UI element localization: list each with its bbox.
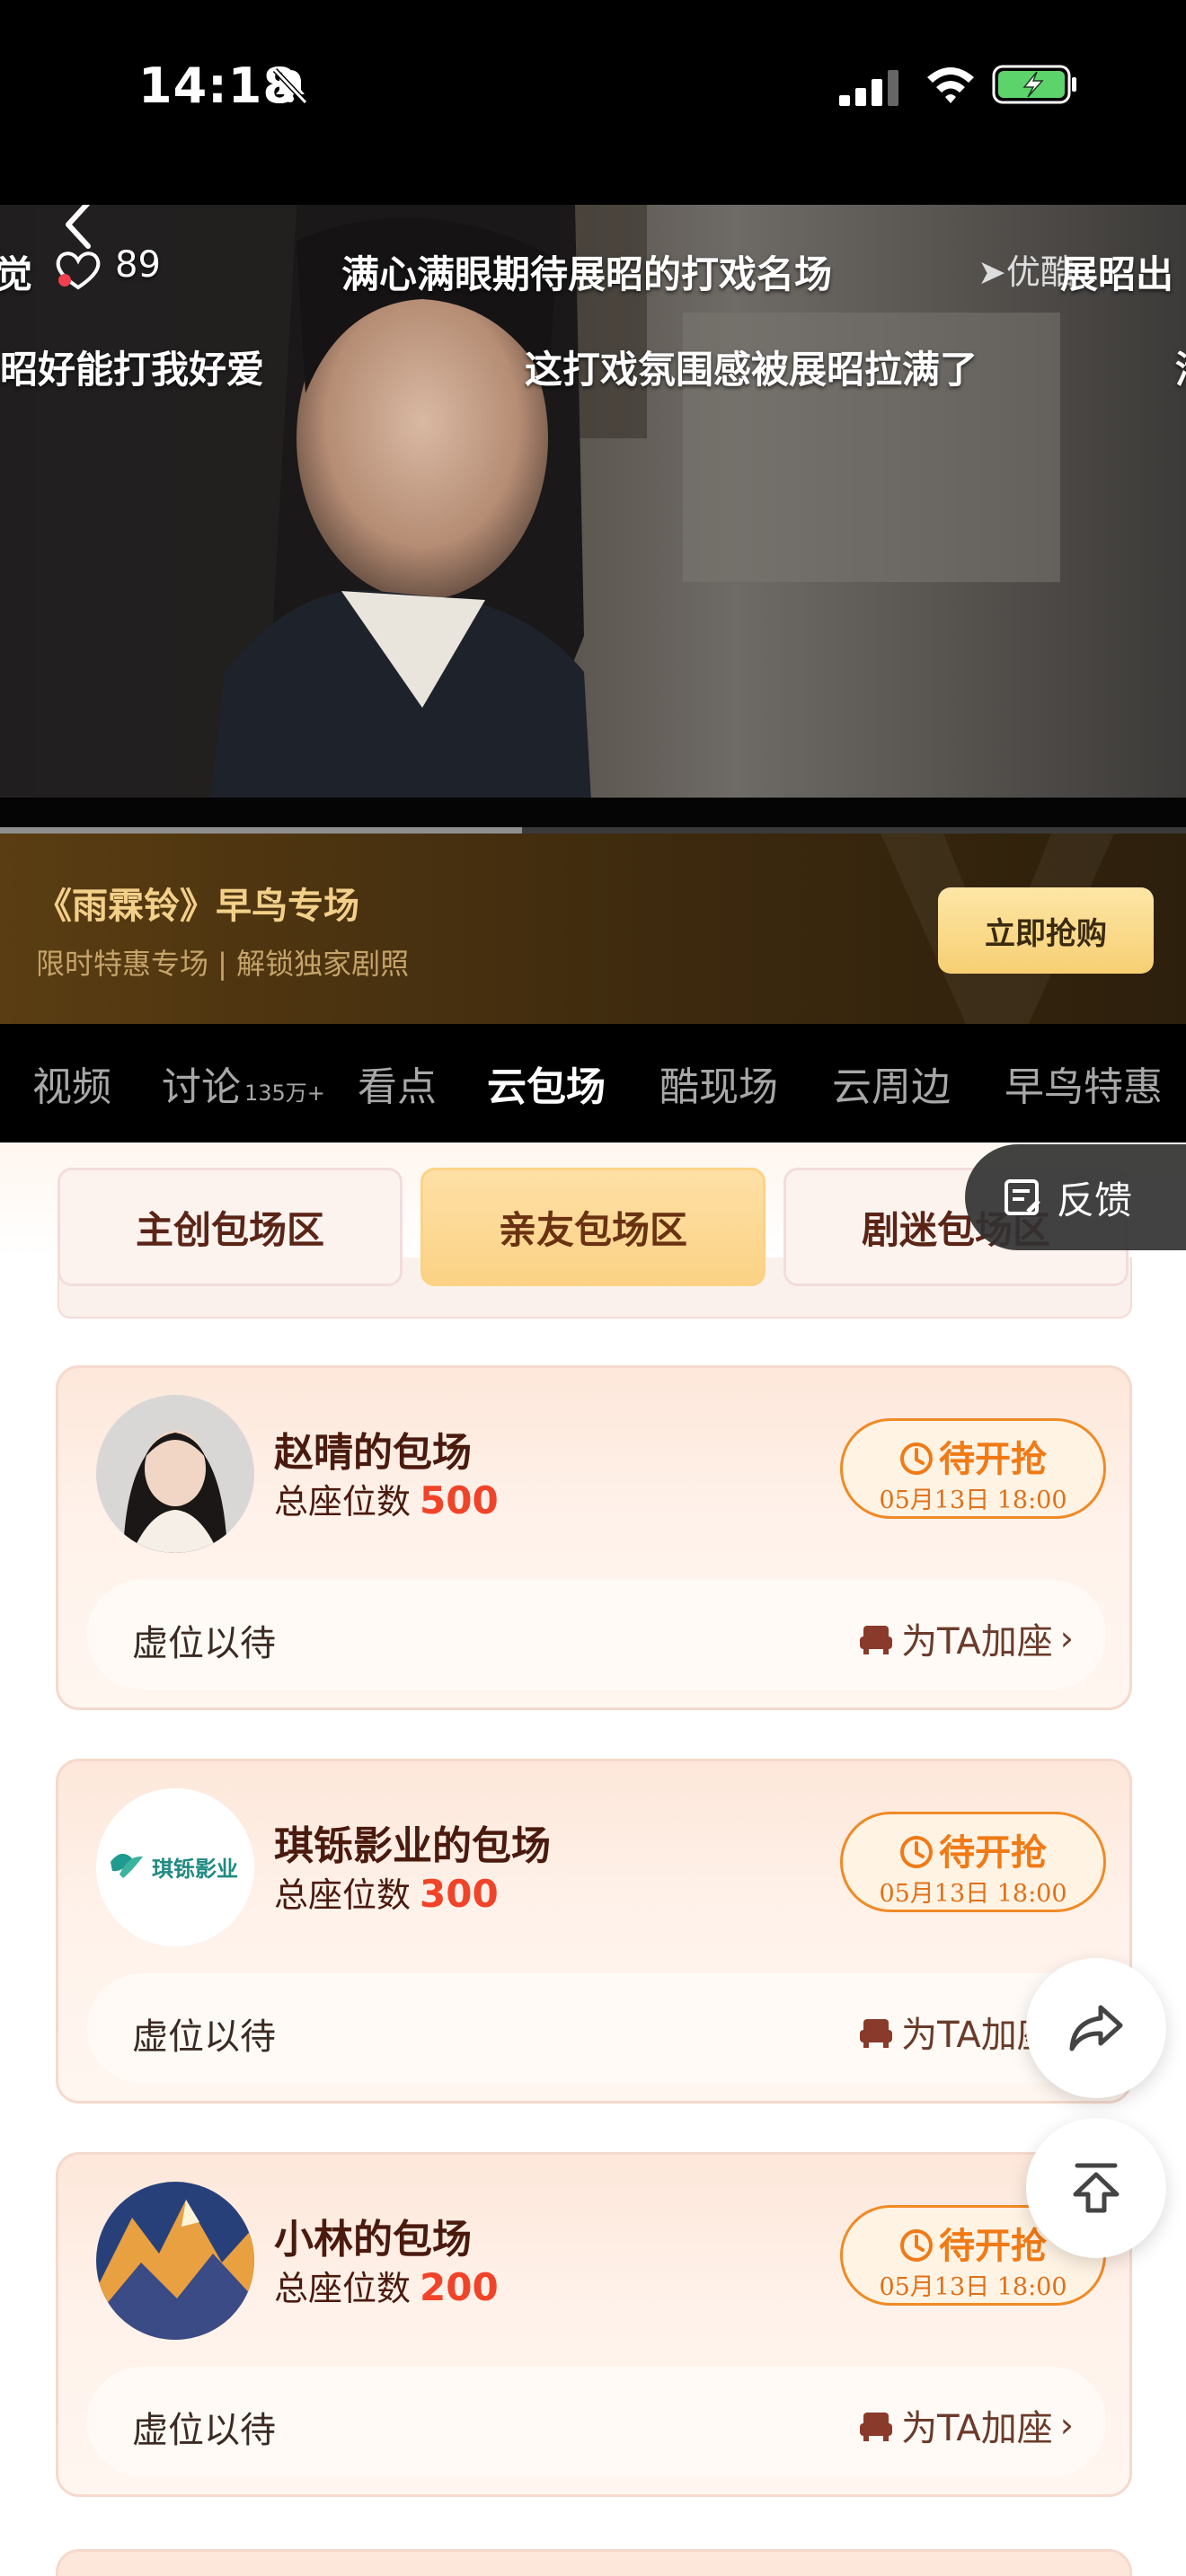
danmaku-item: 展昭出 — [1060, 252, 1174, 296]
avatar[interactable] — [96, 1395, 254, 1553]
seat-icon — [860, 2413, 893, 2441]
chevron-right-icon: › — [1059, 1619, 1074, 1658]
avatar[interactable]: 琪铄影业 — [96, 1788, 254, 1946]
video-frame — [0, 205, 1060, 834]
danmaku-like-count: 89 — [115, 244, 161, 286]
seat-count: 总座位数 300 — [274, 1872, 499, 1916]
add-seat-button[interactable]: 为TA加座› — [858, 1612, 1074, 1664]
screening-title: 赵晴的包场 — [274, 1430, 472, 1476]
add-seat-button[interactable]: 为TA加座› — [858, 2399, 1074, 2451]
chevron-right-icon: › — [1059, 2405, 1074, 2445]
seat-icon — [860, 1626, 893, 1654]
danmaku-item: 满心满眼期待展昭的打戏名场 — [341, 252, 833, 296]
clock-icon — [900, 1442, 933, 1475]
seat-wait-bar: 虚位以待 为TA加座› — [87, 2367, 1106, 2476]
back-icon[interactable] — [58, 205, 97, 253]
seat-wait-bar: 虚位以待 为TA加座› — [87, 1580, 1106, 1689]
arrow-up-icon — [1073, 2163, 1120, 2213]
seat-wait-bar: 虚位以待 为TA加座› — [87, 1973, 1106, 2083]
status-bar: 14:18 — [0, 0, 1186, 205]
discussion-count: 135万+ — [244, 1081, 325, 1106]
feedback-button[interactable]: 反馈 — [965, 1144, 1186, 1250]
buy-now-button[interactable]: 立即抢购 — [938, 887, 1154, 974]
cellular-signal-icon — [839, 70, 898, 106]
seat-count: 总座位数 200 — [274, 2265, 499, 2309]
screening-title: 琪铄影业的包场 — [274, 1823, 551, 1869]
battery-charging-icon — [992, 65, 1076, 104]
open-time: 05月13日 18:00 — [879, 1880, 1067, 1908]
zone-creators-button[interactable]: 主创包场区 — [58, 1168, 403, 1286]
screening-card[interactable]: 赵晴的包场 总座位数 500 待开抢 05月13日 18:00 虚位以待 为TA加… — [56, 1365, 1132, 1710]
open-time: 05月13日 18:00 — [879, 2273, 1067, 2301]
tab-bar: 视频 讨论 135万+ 看点 云包场 酷现场 云周边 早鸟特惠 — [0, 1024, 1186, 1142]
screening-card[interactable]: 小林的包场 总座位数 200 待开抢 05月13日 18:00 虚位以待 为TA加… — [56, 2152, 1132, 2497]
avatar[interactable] — [96, 2182, 254, 2340]
tab-early-bird[interactable]: 早鸟特惠 — [1005, 1054, 1163, 1112]
share-icon — [1069, 2005, 1123, 2051]
heart-icon — [52, 250, 104, 295]
bell-mute-icon — [272, 67, 308, 105]
danmaku-item: 昭好能打我好爱 — [0, 348, 265, 392]
tab-highlights[interactable]: 看点 — [358, 1054, 437, 1112]
tab-merch[interactable]: 云周边 — [832, 1054, 951, 1112]
screening-card-partial[interactable] — [56, 2549, 1132, 2576]
wait-label: 虚位以待 — [132, 2016, 276, 2058]
wait-label: 虚位以待 — [132, 2410, 276, 2451]
promo-subtitle: 限时特惠专场 | 解锁独家剧照 — [36, 947, 410, 981]
seat-count: 总座位数 500 — [274, 1478, 499, 1522]
tab-live-scene[interactable]: 酷现场 — [659, 1054, 778, 1112]
zone-friends-button[interactable]: 亲友包场区 — [420, 1168, 766, 1286]
tab-video[interactable]: 视频 — [32, 1054, 111, 1112]
status-badge: 待开抢 05月13日 18:00 — [840, 1418, 1106, 1519]
video-progress-bar[interactable] — [0, 827, 1186, 834]
company-logo-text: 琪铄影业 — [152, 1857, 238, 1882]
promo-title: 《雨霖铃》早鸟专场 — [36, 886, 359, 927]
wait-label: 虚位以待 — [132, 1623, 276, 1664]
wifi-icon — [927, 67, 974, 103]
open-time: 05月13日 18:00 — [879, 1486, 1067, 1514]
status-badge: 待开抢 05月13日 18:00 — [840, 1812, 1106, 1912]
screening-title: 小林的包场 — [274, 2217, 472, 2263]
feedback-label: 反馈 — [1057, 1178, 1133, 1222]
back-to-top-button[interactable] — [1026, 2118, 1166, 2258]
share-button[interactable] — [1026, 1958, 1166, 2098]
danmaku-item: 觉 — [0, 252, 33, 296]
tab-cloud-screening[interactable]: 云包场 — [487, 1054, 606, 1112]
tab-discussion[interactable]: 讨论 135万+ — [162, 1054, 325, 1112]
video-progress-fill — [0, 827, 522, 834]
danmaku-item: 这打戏氛围感被展昭拉满了 — [525, 348, 978, 392]
video-player[interactable]: 觉 89 满心满眼期待展昭的打戏名场 ➤优酷 展昭出 昭好能打我好爱 这打戏氛围… — [0, 205, 1186, 834]
danmaku-item: 清 — [1175, 340, 1186, 394]
early-bird-promo-banner[interactable]: 《雨霖铃》早鸟专场 限时特惠专场 | 解锁独家剧照 立即抢购 — [0, 834, 1186, 1024]
screening-card[interactable]: 琪铄影业 琪铄影业的包场 总座位数 300 待开抢 05月13日 18:00 虚位… — [56, 1759, 1132, 2104]
feedback-icon — [1005, 1179, 1040, 1215]
clock-icon — [900, 1836, 933, 1868]
clock-icon — [900, 2229, 933, 2262]
seat-icon — [860, 2019, 893, 2048]
